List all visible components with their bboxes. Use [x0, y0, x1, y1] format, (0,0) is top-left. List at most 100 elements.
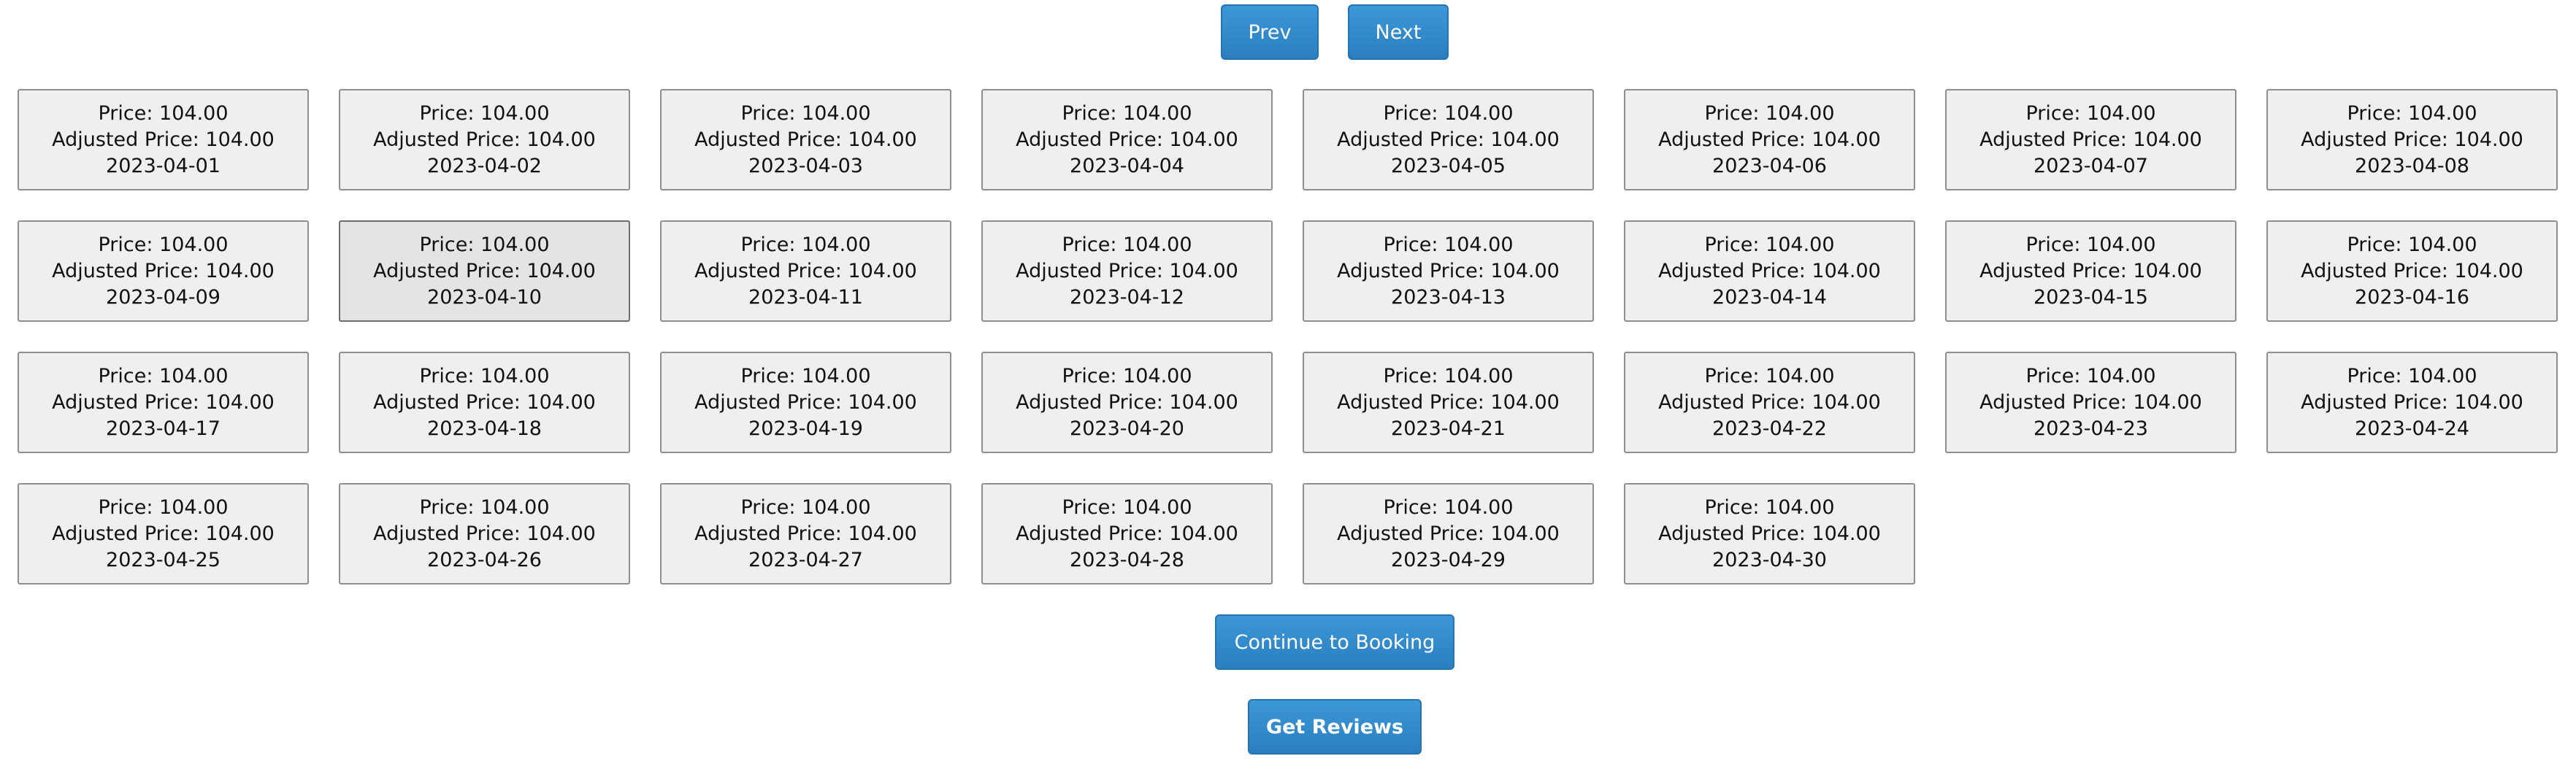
price-day-cell[interactable]: Price: 104.00 Adjusted Price: 104.00 202… — [18, 352, 309, 453]
price-day-cell[interactable]: Price: 104.00 Adjusted Price: 104.00 202… — [660, 483, 951, 584]
price-text: Price: 104.00 — [2025, 101, 2156, 125]
price-day-cell[interactable]: Price: 104.00 Adjusted Price: 104.00 202… — [339, 220, 630, 322]
price-text: Price: 104.00 — [1383, 101, 1514, 125]
adjusted-price-text: Adjusted Price: 104.00 — [373, 390, 596, 414]
adjusted-price-text: Adjusted Price: 104.00 — [1658, 390, 1881, 414]
price-text: Price: 104.00 — [1062, 101, 1192, 125]
price-day-cell[interactable]: Price: 104.00 Adjusted Price: 104.00 202… — [18, 483, 309, 584]
date-text: 2023-04-20 — [1070, 417, 1184, 440]
price-day-cell[interactable]: Price: 104.00 Adjusted Price: 104.00 202… — [1624, 483, 1915, 584]
adjusted-price-text: Adjusted Price: 104.00 — [1016, 522, 1238, 545]
adjusted-price-text: Adjusted Price: 104.00 — [1658, 522, 1881, 545]
date-text: 2023-04-30 — [1712, 548, 1827, 571]
price-text: Price: 104.00 — [98, 495, 229, 519]
price-text: Price: 104.00 — [2347, 101, 2477, 125]
price-day-cell[interactable]: Price: 104.00 Adjusted Price: 104.00 202… — [660, 89, 951, 190]
price-day-cell[interactable]: Price: 104.00 Adjusted Price: 104.00 202… — [1624, 220, 1915, 322]
adjusted-price-text: Adjusted Price: 104.00 — [1979, 259, 2202, 282]
price-day-cell[interactable]: Price: 104.00 Adjusted Price: 104.00 202… — [2266, 89, 2558, 190]
price-text: Price: 104.00 — [1704, 101, 1835, 125]
adjusted-price-text: Adjusted Price: 104.00 — [52, 259, 275, 282]
price-text: Price: 104.00 — [1704, 364, 1835, 387]
date-text: 2023-04-28 — [1070, 548, 1184, 571]
price-text: Price: 104.00 — [1704, 233, 1835, 256]
price-text: Price: 104.00 — [1383, 233, 1514, 256]
date-text: 2023-04-17 — [106, 417, 221, 440]
adjusted-price-text: Adjusted Price: 104.00 — [1337, 522, 1560, 545]
adjusted-price-text: Adjusted Price: 104.00 — [1979, 128, 2202, 151]
price-day-cell[interactable]: Price: 104.00 Adjusted Price: 104.00 202… — [660, 352, 951, 453]
adjusted-price-text: Adjusted Price: 104.00 — [694, 522, 917, 545]
date-text: 2023-04-22 — [1712, 417, 1827, 440]
price-text: Price: 104.00 — [419, 101, 550, 125]
price-text: Price: 104.00 — [740, 364, 871, 387]
price-day-cell[interactable]: Price: 104.00 Adjusted Price: 104.00 202… — [18, 89, 309, 190]
price-text: Price: 104.00 — [740, 495, 871, 519]
date-text: 2023-04-01 — [106, 154, 221, 177]
price-day-cell[interactable]: Price: 104.00 Adjusted Price: 104.00 202… — [981, 89, 1273, 190]
adjusted-price-text: Adjusted Price: 104.00 — [373, 522, 596, 545]
price-day-cell[interactable]: Price: 104.00 Adjusted Price: 104.00 202… — [1624, 352, 1915, 453]
date-text: 2023-04-26 — [427, 548, 542, 571]
adjusted-price-text: Adjusted Price: 104.00 — [373, 128, 596, 151]
adjusted-price-text: Adjusted Price: 104.00 — [1979, 390, 2202, 414]
date-text: 2023-04-13 — [1391, 285, 1506, 309]
price-day-cell[interactable]: Price: 104.00 Adjusted Price: 104.00 202… — [660, 220, 951, 322]
price-day-cell[interactable]: Price: 104.00 Adjusted Price: 104.00 202… — [1945, 352, 2236, 453]
price-day-cell[interactable]: Price: 104.00 Adjusted Price: 104.00 202… — [339, 352, 630, 453]
price-text: Price: 104.00 — [2347, 364, 2477, 387]
date-text: 2023-04-04 — [1070, 154, 1184, 177]
adjusted-price-text: Adjusted Price: 104.00 — [1337, 390, 1560, 414]
date-text: 2023-04-11 — [748, 285, 863, 309]
adjusted-price-text: Adjusted Price: 104.00 — [694, 259, 917, 282]
price-day-cell[interactable]: Price: 104.00 Adjusted Price: 104.00 202… — [1303, 220, 1594, 322]
price-day-cell[interactable]: Price: 104.00 Adjusted Price: 104.00 202… — [1624, 89, 1915, 190]
price-day-cell[interactable]: Price: 104.00 Adjusted Price: 104.00 202… — [981, 352, 1273, 453]
date-text: 2023-04-08 — [2355, 154, 2469, 177]
price-calendar-grid: Price: 104.00 Adjusted Price: 104.00 202… — [18, 89, 2558, 584]
date-text: 2023-04-05 — [1391, 154, 1506, 177]
price-day-cell[interactable]: Price: 104.00 Adjusted Price: 104.00 202… — [2266, 220, 2558, 322]
price-day-cell[interactable]: Price: 104.00 Adjusted Price: 104.00 202… — [1303, 89, 1594, 190]
price-text: Price: 104.00 — [419, 364, 550, 387]
date-text: 2023-04-07 — [2033, 154, 2148, 177]
price-day-cell[interactable]: Price: 104.00 Adjusted Price: 104.00 202… — [1945, 220, 2236, 322]
adjusted-price-text: Adjusted Price: 104.00 — [52, 390, 275, 414]
price-text: Price: 104.00 — [1062, 495, 1192, 519]
get-reviews-button[interactable]: Get Reviews — [1248, 699, 1422, 755]
price-day-cell[interactable]: Price: 104.00 Adjusted Price: 104.00 202… — [2266, 352, 2558, 453]
next-button[interactable]: Next — [1348, 4, 1449, 60]
adjusted-price-text: Adjusted Price: 104.00 — [1337, 128, 1560, 151]
adjusted-price-text: Adjusted Price: 104.00 — [1658, 259, 1881, 282]
date-text: 2023-04-19 — [748, 417, 863, 440]
price-text: Price: 104.00 — [2025, 364, 2156, 387]
price-day-cell[interactable]: Price: 104.00 Adjusted Price: 104.00 202… — [1945, 89, 2236, 190]
price-day-cell[interactable]: Price: 104.00 Adjusted Price: 104.00 202… — [339, 89, 630, 190]
continue-to-booking-button[interactable]: Continue to Booking — [1215, 614, 1454, 670]
adjusted-price-text: Adjusted Price: 104.00 — [373, 259, 596, 282]
adjusted-price-text: Adjusted Price: 104.00 — [52, 128, 275, 151]
date-text: 2023-04-06 — [1712, 154, 1827, 177]
price-day-cell[interactable]: Price: 104.00 Adjusted Price: 104.00 202… — [1303, 352, 1594, 453]
price-text: Price: 104.00 — [98, 101, 229, 125]
prev-button[interactable]: Prev — [1221, 4, 1319, 60]
adjusted-price-text: Adjusted Price: 104.00 — [1016, 128, 1238, 151]
price-text: Price: 104.00 — [2025, 233, 2156, 256]
date-text: 2023-04-12 — [1070, 285, 1184, 309]
price-day-cell[interactable]: Price: 104.00 Adjusted Price: 104.00 202… — [1303, 483, 1594, 584]
price-day-cell[interactable]: Price: 104.00 Adjusted Price: 104.00 202… — [339, 483, 630, 584]
date-text: 2023-04-29 — [1391, 548, 1506, 571]
price-day-cell[interactable]: Price: 104.00 Adjusted Price: 104.00 202… — [981, 220, 1273, 322]
price-text: Price: 104.00 — [419, 495, 550, 519]
price-text: Price: 104.00 — [98, 364, 229, 387]
price-text: Price: 104.00 — [740, 101, 871, 125]
date-text: 2023-04-09 — [106, 285, 221, 309]
date-text: 2023-04-14 — [1712, 285, 1827, 309]
price-day-cell[interactable]: Price: 104.00 Adjusted Price: 104.00 202… — [18, 220, 309, 322]
price-day-cell[interactable]: Price: 104.00 Adjusted Price: 104.00 202… — [981, 483, 1273, 584]
date-text: 2023-04-23 — [2033, 417, 2148, 440]
price-text: Price: 104.00 — [419, 233, 550, 256]
date-text: 2023-04-16 — [2355, 285, 2469, 309]
date-text: 2023-04-03 — [748, 154, 863, 177]
adjusted-price-text: Adjusted Price: 104.00 — [1337, 259, 1560, 282]
